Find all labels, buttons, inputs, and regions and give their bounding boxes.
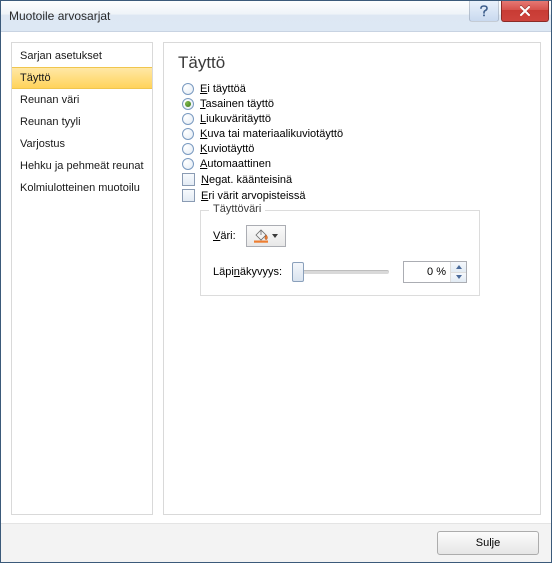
option-label: Tasainen täyttö (200, 98, 274, 110)
option-vary-colors[interactable]: Eri värit arvopisteissä (178, 189, 526, 202)
option-label: Automaattinen (200, 158, 271, 170)
radio-icon (182, 83, 194, 95)
sidebar-item-series-options[interactable]: Sarjan asetukset (12, 45, 152, 67)
sidebar-item-label: Täyttö (20, 72, 51, 84)
sidebar-item-label: Reunan tyyli (20, 116, 81, 128)
option-label: Liukuväritäyttö (200, 113, 271, 125)
sidebar-item-glow[interactable]: Hehku ja pehmeät reunat (12, 155, 152, 177)
option-picture-fill[interactable]: Kuva tai materiaalikuviotäyttö (178, 128, 526, 140)
button-label: Sulje (476, 537, 500, 549)
chevron-down-icon (272, 234, 278, 238)
radio-icon (182, 113, 194, 125)
radio-icon (182, 128, 194, 140)
sidebar-item-label: Sarjan asetukset (20, 50, 102, 62)
sidebar-item-border-color[interactable]: Reunan väri (12, 89, 152, 111)
transparency-slider[interactable] (292, 262, 393, 282)
help-button[interactable] (469, 1, 499, 22)
category-sidebar: Sarjan asetukset Täyttö Reunan väri Reun… (11, 42, 153, 515)
sidebar-item-border-style[interactable]: Reunan tyyli (12, 111, 152, 133)
option-pattern-fill[interactable]: Kuviotäyttö (178, 143, 526, 155)
titlebar: Muotoile arvosarjat (1, 1, 551, 32)
group-legend: Täyttöväri (209, 203, 265, 215)
sidebar-item-label: Reunan väri (20, 94, 79, 106)
panel-heading: Täyttö (178, 53, 526, 73)
sidebar-item-shadow[interactable]: Varjostus (12, 133, 152, 155)
radio-icon (182, 143, 194, 155)
sidebar-item-label: Varjostus (20, 138, 65, 150)
checkbox-icon (182, 189, 195, 202)
color-label: Väri: (213, 230, 236, 242)
close-button[interactable] (501, 1, 549, 22)
paint-bucket-icon (253, 229, 269, 243)
fill-color-group: Täyttöväri Väri: (200, 210, 480, 296)
dialog-footer: Sulje (1, 523, 551, 562)
sidebar-item-label: Kolmiulotteinen muotoilu (20, 182, 140, 194)
transparency-spinner (403, 261, 467, 283)
option-invert-negative[interactable]: Negat. käänteisinä (178, 173, 526, 186)
window-controls (469, 1, 549, 22)
radio-icon (182, 158, 194, 170)
spinner-up[interactable] (451, 262, 466, 272)
spinner-down[interactable] (451, 272, 466, 283)
close-icon (519, 6, 531, 16)
window-title: Muotoile arvosarjat (9, 9, 110, 23)
checkbox-icon (182, 173, 195, 186)
slider-thumb[interactable] (292, 262, 304, 282)
option-label: Ei täyttöä (200, 83, 246, 95)
option-solid-fill[interactable]: Tasainen täyttö (178, 98, 526, 110)
color-row: Väri: (213, 225, 467, 247)
dialog-window: Muotoile arvosarjat Sarjan asetukset (0, 0, 552, 563)
option-label: Kuviotäyttö (200, 143, 254, 155)
option-label: Negat. käänteisinä (201, 174, 292, 186)
help-icon (479, 5, 489, 17)
sidebar-item-fill[interactable]: Täyttö (12, 67, 152, 89)
option-label: Kuva tai materiaalikuviotäyttö (200, 128, 343, 140)
sidebar-item-label: Hehku ja pehmeät reunat (20, 160, 144, 172)
option-gradient-fill[interactable]: Liukuväritäyttö (178, 113, 526, 125)
main-panel: Täyttö Ei täyttöä Tasainen täyttö Liukuv… (163, 42, 541, 515)
transparency-label: Läpinäkyvyys: (213, 266, 282, 278)
transparency-row: Läpinäkyvyys: (213, 261, 467, 283)
option-automatic[interactable]: Automaattinen (178, 158, 526, 170)
slider-track (296, 270, 389, 274)
option-label: Eri värit arvopisteissä (201, 190, 306, 202)
dialog-body: Sarjan asetukset Täyttö Reunan väri Reun… (1, 32, 551, 523)
transparency-input[interactable] (404, 262, 450, 282)
sidebar-item-3d-format[interactable]: Kolmiulotteinen muotoilu (12, 177, 152, 199)
spinner-arrows (450, 262, 466, 282)
radio-icon (182, 98, 194, 110)
color-picker-button[interactable] (246, 225, 286, 247)
close-dialog-button[interactable]: Sulje (437, 531, 539, 555)
option-no-fill[interactable]: Ei täyttöä (178, 83, 526, 95)
